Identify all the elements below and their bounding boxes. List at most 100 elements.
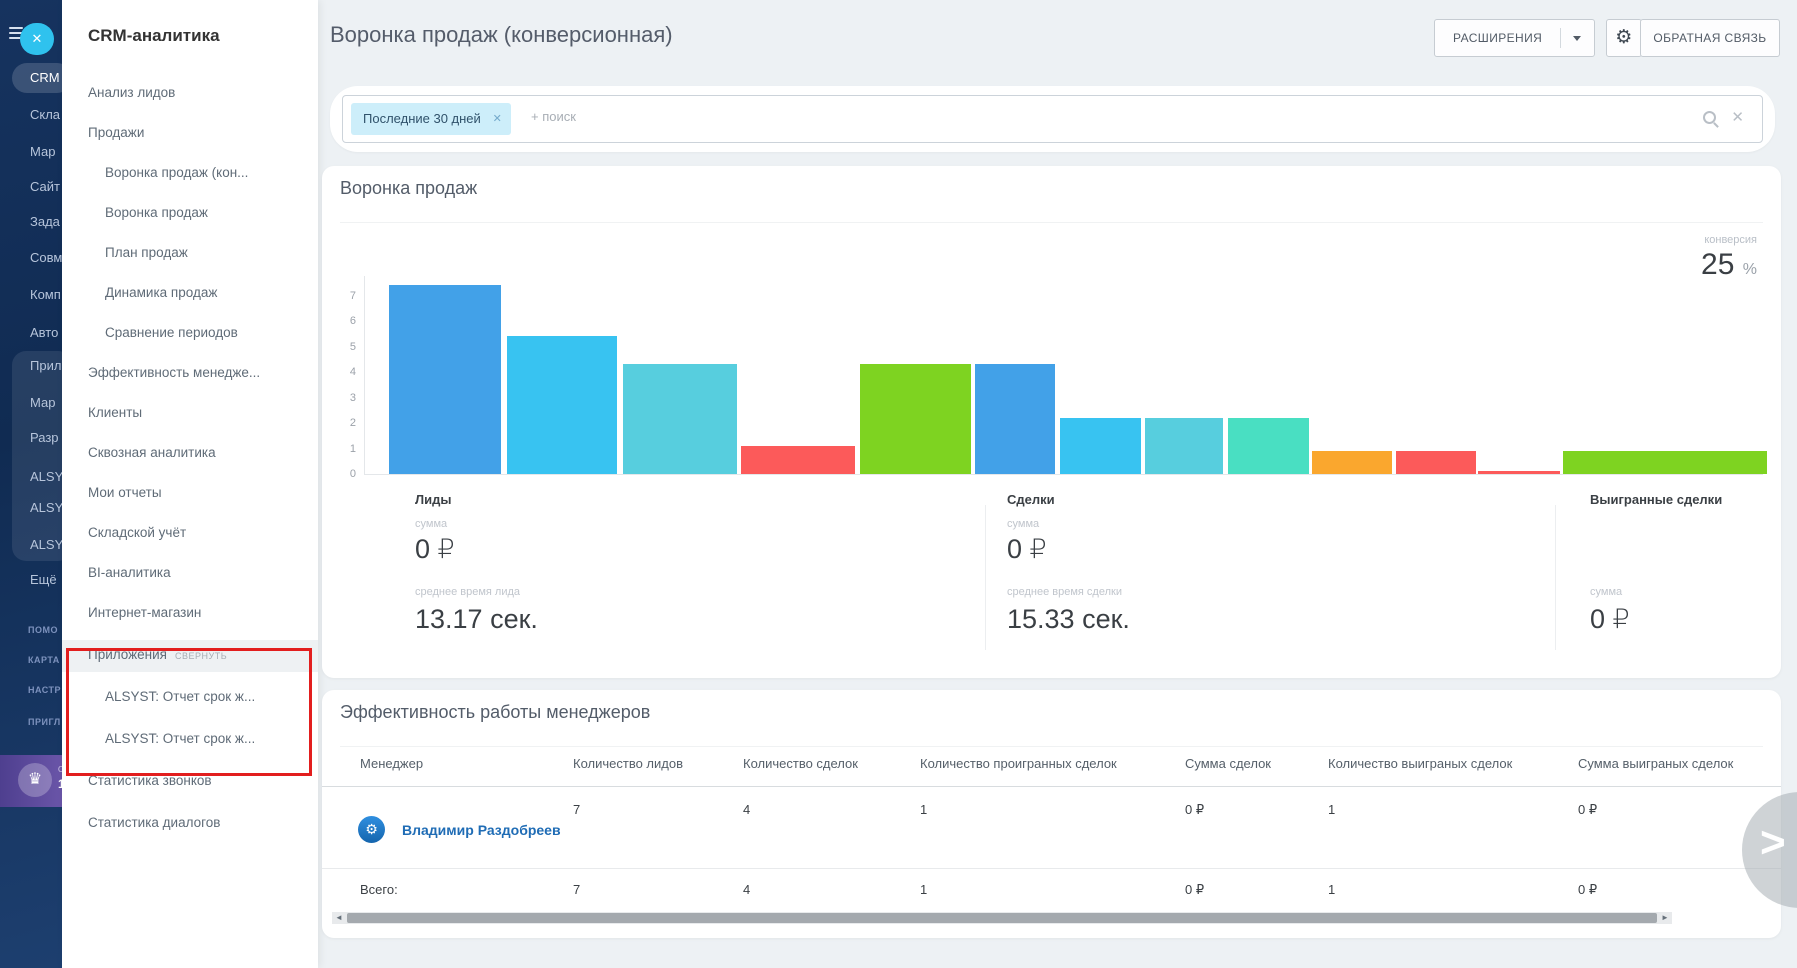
total-row-label: Всего: xyxy=(360,882,398,897)
rail-item-0[interactable]: CRM xyxy=(30,70,60,85)
row-value-1: 4 xyxy=(743,802,750,817)
conversion-label: конверсия xyxy=(1704,234,1757,246)
main-content: Воронка продаж (конверсионная) РАСШИРЕНИ… xyxy=(318,0,1797,968)
app-gear-icon: ⚙ xyxy=(365,821,378,837)
sidebar-item-15[interactable]: ALSYST: Отчет срок ж... xyxy=(105,689,255,704)
table-header-6: Сумма выиграных сделок xyxy=(1578,756,1733,771)
sidebar-item-3[interactable]: Воронка продаж xyxy=(105,205,208,220)
y-tick-1: 1 xyxy=(322,443,356,455)
rail-item-6[interactable]: Комп xyxy=(30,287,61,302)
rail-small-item-1[interactable]: КАРТА xyxy=(28,655,60,665)
rail-item-4[interactable]: Зада xyxy=(30,214,60,229)
funnel-bar-7 xyxy=(1145,418,1223,474)
collapse-menu-button[interactable]: ✕ xyxy=(20,23,54,55)
funnel-card-title: Воронка продаж xyxy=(340,178,477,199)
divider xyxy=(340,222,1763,223)
sidebar-item-6[interactable]: Сравнение периодов xyxy=(105,325,238,340)
sidebar-item-4[interactable]: План продаж xyxy=(105,245,188,260)
stat-label-1-0: сумма xyxy=(1007,518,1039,530)
crm-analytics-sidebar: CRM-аналитика Анализ лидовПродажиВоронка… xyxy=(62,0,318,968)
y-tick-6: 6 xyxy=(322,315,356,327)
rail-item-7[interactable]: Авто xyxy=(30,325,58,340)
scrollbar-thumb[interactable] xyxy=(347,913,1657,923)
rail-item-11[interactable]: ALSY xyxy=(30,469,62,484)
rail-item-14[interactable]: Ещё xyxy=(30,572,57,587)
feedback-button[interactable]: ОБРАТНАЯ СВЯЗЬ xyxy=(1640,19,1780,57)
extensions-button-label: РАСШИРЕНИЯ xyxy=(1453,20,1542,56)
filter-chip-label: Последние 30 дней xyxy=(363,111,481,126)
rail-item-12[interactable]: ALSY xyxy=(30,500,62,515)
stat-title-0: Лиды xyxy=(415,492,451,507)
sidebar-item-7[interactable]: Эффективность менедже... xyxy=(88,365,260,380)
row-value-3: 0 ₽ xyxy=(1185,802,1204,818)
stat-value-2-0: 0 ₽ xyxy=(1590,604,1630,635)
stats-divider-0 xyxy=(985,505,986,650)
sidebar-item-8[interactable]: Клиенты xyxy=(88,405,142,420)
collapse-badge[interactable]: СВЕРНУТЬ xyxy=(175,651,227,661)
rail-small-item-3[interactable]: ПРИГЛ xyxy=(28,717,61,727)
rail-small-item-0[interactable]: ПОМО xyxy=(28,625,58,635)
sidebar-item-16[interactable]: ALSYST: Отчет срок ж... xyxy=(105,731,255,746)
stat-value-0-1: 13.17 сек. xyxy=(415,604,538,635)
row-value-5: 0 ₽ xyxy=(1578,802,1597,818)
sidebar-item-0[interactable]: Анализ лидов xyxy=(88,85,175,100)
rail-item-2[interactable]: Мар xyxy=(30,144,55,159)
scroll-right-arrow-icon[interactable]: ► xyxy=(1658,912,1672,924)
rail-item-5[interactable]: Совм xyxy=(30,250,62,265)
funnel-bar-3 xyxy=(741,446,855,474)
button-divider xyxy=(1560,28,1561,48)
divider xyxy=(340,746,1763,747)
sidebar-item-10[interactable]: Мои отчеты xyxy=(88,485,162,500)
sidebar-item-14[interactable]: ПриложенияСВЕРНУТЬ xyxy=(88,647,227,662)
row-value-2: 1 xyxy=(920,802,927,817)
table-header-underline xyxy=(322,786,1781,787)
sidebar-item-17[interactable]: Статистика звонков xyxy=(88,773,212,788)
scroll-left-arrow-icon[interactable]: ◄ xyxy=(332,912,346,924)
sales-funnel-card: Воронка продаж конверсия 25 % 76543210 Л… xyxy=(322,166,1781,678)
rail-item-3[interactable]: Сайт xyxy=(30,179,60,194)
horizontal-scrollbar[interactable]: ◄ ► xyxy=(332,912,1672,924)
sidebar-item-12[interactable]: BI-аналитика xyxy=(88,565,171,580)
search-icon[interactable] xyxy=(1703,111,1716,124)
extensions-button[interactable]: РАСШИРЕНИЯ xyxy=(1434,19,1595,57)
sidebar-item-13[interactable]: Интернет-магазин xyxy=(88,605,201,620)
filter-bar: Последние 30 дней ✕ + поиск ✕ xyxy=(330,86,1775,152)
funnel-bar-11 xyxy=(1478,471,1560,474)
total-value-4: 1 xyxy=(1328,882,1335,897)
rail-small-item-2[interactable]: НАСТР xyxy=(28,685,61,695)
x-axis-line xyxy=(364,474,1763,475)
y-tick-5: 5 xyxy=(322,341,356,353)
funnel-bar-8 xyxy=(1228,418,1309,474)
rail-item-10[interactable]: Разр xyxy=(30,430,59,445)
dark-rail: ✕ CRM Скла Мар Сайт Зада Совм Комп Авто Прил Мар Р… xyxy=(0,0,62,968)
sidebar-item-9[interactable]: Сквозная аналитика xyxy=(88,445,216,460)
funnel-bar-10 xyxy=(1396,451,1476,474)
clear-search-icon[interactable]: ✕ xyxy=(1731,108,1744,126)
settings-button[interactable]: ⚙ xyxy=(1606,19,1642,57)
sidebar-item-2[interactable]: Воронка продаж (кон... xyxy=(105,165,248,180)
total-value-1: 4 xyxy=(743,882,750,897)
managers-card: Эффективность работы менеджеров Менеджер… xyxy=(322,690,1781,938)
rail-item-9[interactable]: Мар xyxy=(30,395,55,410)
sidebar-item-11[interactable]: Складской учёт xyxy=(88,525,186,540)
y-tick-7: 7 xyxy=(322,290,356,302)
filter-chip-last-30-days[interactable]: Последние 30 дней ✕ xyxy=(351,103,511,135)
sidebar-item-18[interactable]: Статистика диалогов xyxy=(88,815,220,830)
chip-close-icon[interactable]: ✕ xyxy=(493,103,502,135)
table-header-4: Сумма сделок xyxy=(1185,756,1271,771)
stat-label-0-1: среднее время лида xyxy=(415,586,520,598)
stat-title-2: Выигранные сделки xyxy=(1590,492,1722,507)
funnel-bar-6 xyxy=(1060,418,1141,474)
rail-item-1[interactable]: Скла xyxy=(30,107,60,122)
manager-name-link[interactable]: Владимир Раздобреев xyxy=(402,822,561,838)
sidebar-item-5[interactable]: Динамика продаж xyxy=(105,285,217,300)
chevron-down-icon[interactable] xyxy=(1573,36,1581,41)
sidebar-item-1[interactable]: Продажи xyxy=(88,125,144,140)
rail-item-13[interactable]: ALSY xyxy=(30,537,62,552)
search-input[interactable]: Последние 30 дней ✕ + поиск ✕ xyxy=(342,95,1763,143)
stats-divider-1 xyxy=(1555,505,1556,650)
manager-avatar[interactable]: ⚙ xyxy=(358,816,385,843)
trial-banner[interactable]: ♛ ОС 13 xyxy=(0,755,62,807)
rail-item-8[interactable]: Прил xyxy=(30,358,61,373)
table-row-separator xyxy=(322,868,1781,869)
